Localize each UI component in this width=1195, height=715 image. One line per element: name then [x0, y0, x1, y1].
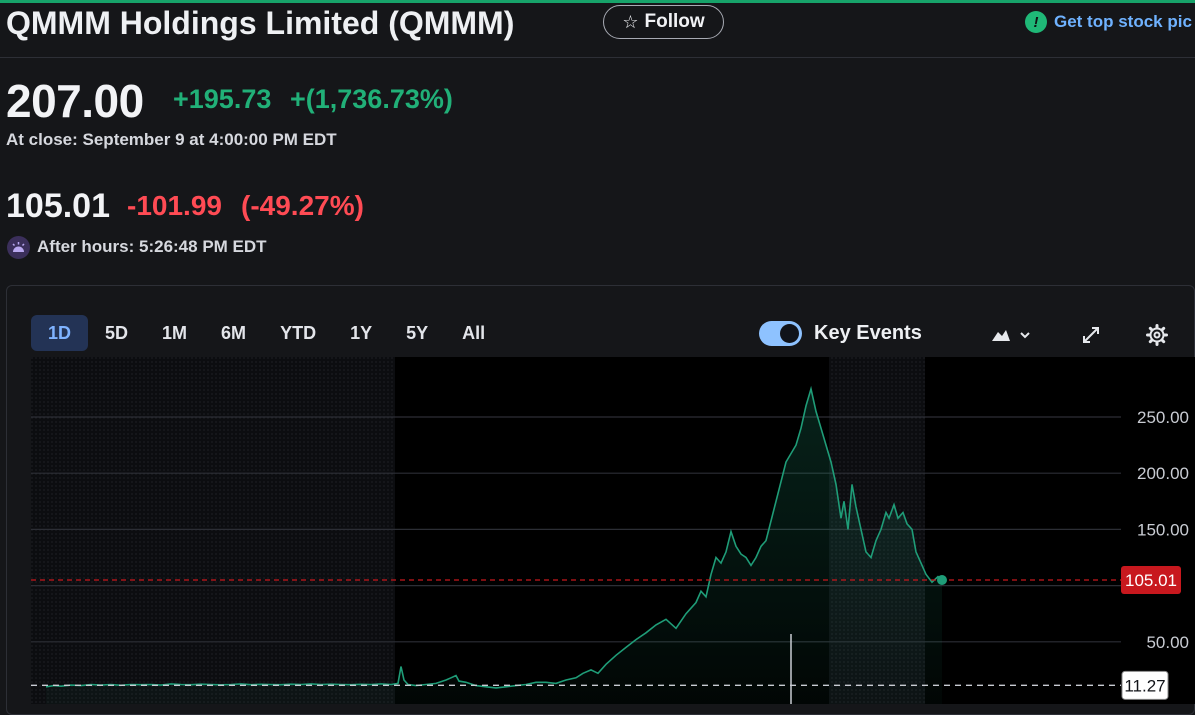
y-tick-label: 150.00 [1137, 520, 1189, 539]
after-hours-price: 105.01 [6, 187, 110, 225]
after-hours-time: After hours: 5:26:48 PM EDT [37, 237, 267, 256]
key-events-label: Key Events [814, 322, 922, 344]
key-events-toggle[interactable] [759, 321, 802, 346]
range-tab-all[interactable]: All [445, 315, 502, 351]
price-change-pct: +(1,736.73%) [290, 84, 453, 114]
expand-icon [1083, 327, 1099, 343]
range-tab-5d[interactable]: 5D [88, 315, 145, 351]
after-hours-change-pct: (-49.27%) [241, 190, 364, 221]
price-change: +195.73 [173, 84, 272, 114]
key-events-toggle-group[interactable]: Key Events [759, 321, 922, 346]
star-icon: ☆ [622, 11, 639, 32]
toggle-knob [780, 324, 799, 343]
moon-icon [7, 236, 30, 259]
range-tab-1d[interactable]: 1D [31, 315, 89, 351]
range-tab-5y[interactable]: 5Y [389, 315, 445, 351]
y-tick-label: 50.00 [1146, 633, 1189, 652]
fullscreen-button[interactable] [1078, 322, 1104, 348]
prev-close-tag: 11.27 [1121, 670, 1169, 700]
range-tab-1m[interactable]: 1M [145, 315, 204, 351]
chevron-down-icon [1020, 332, 1030, 339]
price-chart[interactable]: 50.00 150.00 200.00 250.00 105.01 11.27 [31, 357, 1195, 704]
page-title: QMMM Holdings Limited (QMMM) [6, 5, 515, 41]
follow-label: Follow [644, 11, 705, 32]
range-tab-ytd[interactable]: YTD [263, 315, 333, 351]
gear-icon [1146, 324, 1168, 346]
last-price-dot [937, 574, 947, 585]
prev-close-label: 11.27 [1124, 676, 1165, 695]
promo-icon: ! [1025, 11, 1047, 33]
premarket-shade [31, 357, 395, 704]
range-tabs: 1D 5D 1M 6M YTD 1Y 5Y All [31, 315, 502, 351]
current-price-label: 105.01 [1125, 571, 1177, 590]
promo-banner[interactable]: ! Get top stock pic [1025, 11, 1192, 33]
quote-header: QMMM Holdings Limited (QMMM) ☆ Follow ! … [0, 3, 1195, 58]
y-tick-label: 200.00 [1137, 464, 1189, 483]
follow-button[interactable]: ☆ Follow [603, 5, 724, 39]
promo-link[interactable]: Get top stock pic [1054, 12, 1192, 32]
y-tick-label: 250.00 [1137, 408, 1189, 427]
close-time: At close: September 9 at 4:00:00 PM EDT [6, 130, 337, 149]
mountain-chart-icon [992, 330, 1030, 341]
range-tab-1y[interactable]: 1Y [333, 315, 389, 351]
settings-button[interactable] [1144, 322, 1170, 348]
chart-type-button[interactable] [989, 322, 1035, 348]
current-price-tag: 105.01 [1121, 565, 1181, 594]
price: 207.00 [6, 75, 144, 127]
after-hours-change: -101.99 [127, 190, 222, 221]
range-tab-6m[interactable]: 6M [204, 315, 263, 351]
